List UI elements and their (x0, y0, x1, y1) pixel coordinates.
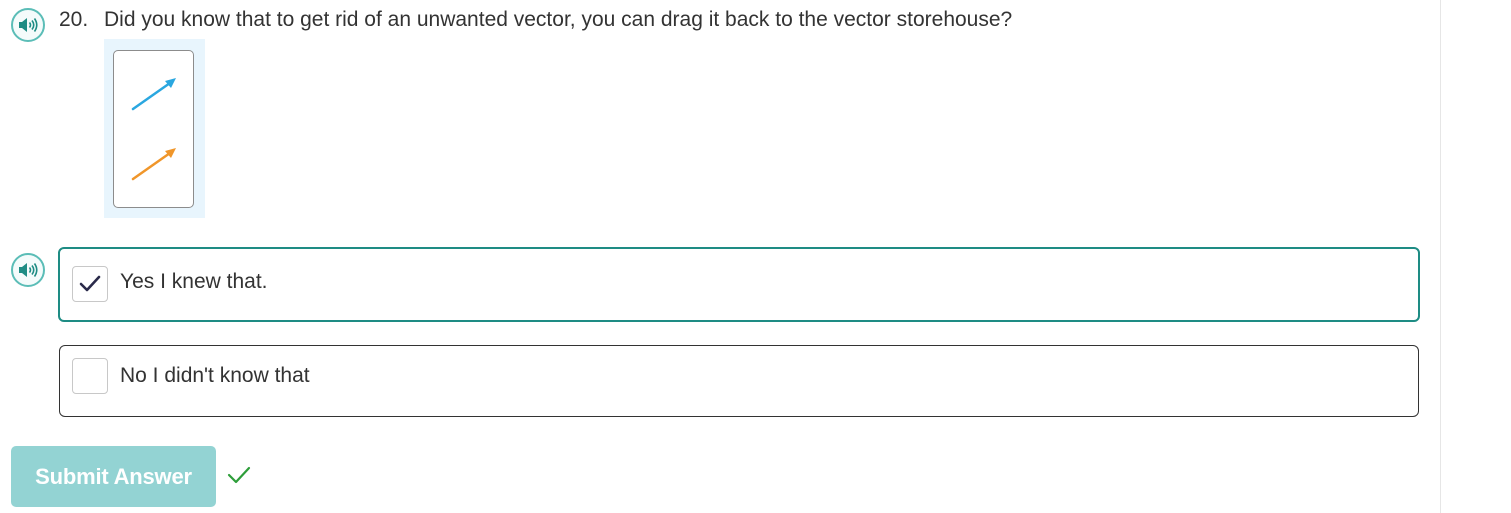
check-icon (227, 466, 251, 484)
option-no-checkbox[interactable] (72, 358, 108, 394)
vector-storehouse[interactable] (113, 50, 194, 208)
option-no-label: No I didn't know that (120, 364, 310, 387)
option-yes-label: Yes I knew that. (120, 270, 268, 293)
option-yes[interactable]: Yes I knew that. (58, 247, 1420, 322)
blue-vector[interactable] (130, 75, 180, 115)
question-audio-button[interactable] (11, 8, 45, 42)
right-divider (1440, 0, 1441, 513)
question-number: 20. (59, 8, 89, 31)
option-no[interactable]: No I didn't know that (59, 345, 1419, 417)
checkmark-icon (79, 275, 101, 292)
speaker-icon (19, 18, 38, 32)
page: 20. Did you know that to get rid of an u… (0, 0, 1511, 513)
orange-vector[interactable] (130, 145, 180, 185)
submit-answer-button[interactable]: Submit Answer (11, 446, 216, 507)
speaker-icon (19, 263, 38, 277)
option-yes-checkbox[interactable] (72, 266, 108, 302)
question-text: Did you know that to get rid of an unwan… (104, 8, 1013, 31)
options-audio-button[interactable] (11, 253, 45, 287)
